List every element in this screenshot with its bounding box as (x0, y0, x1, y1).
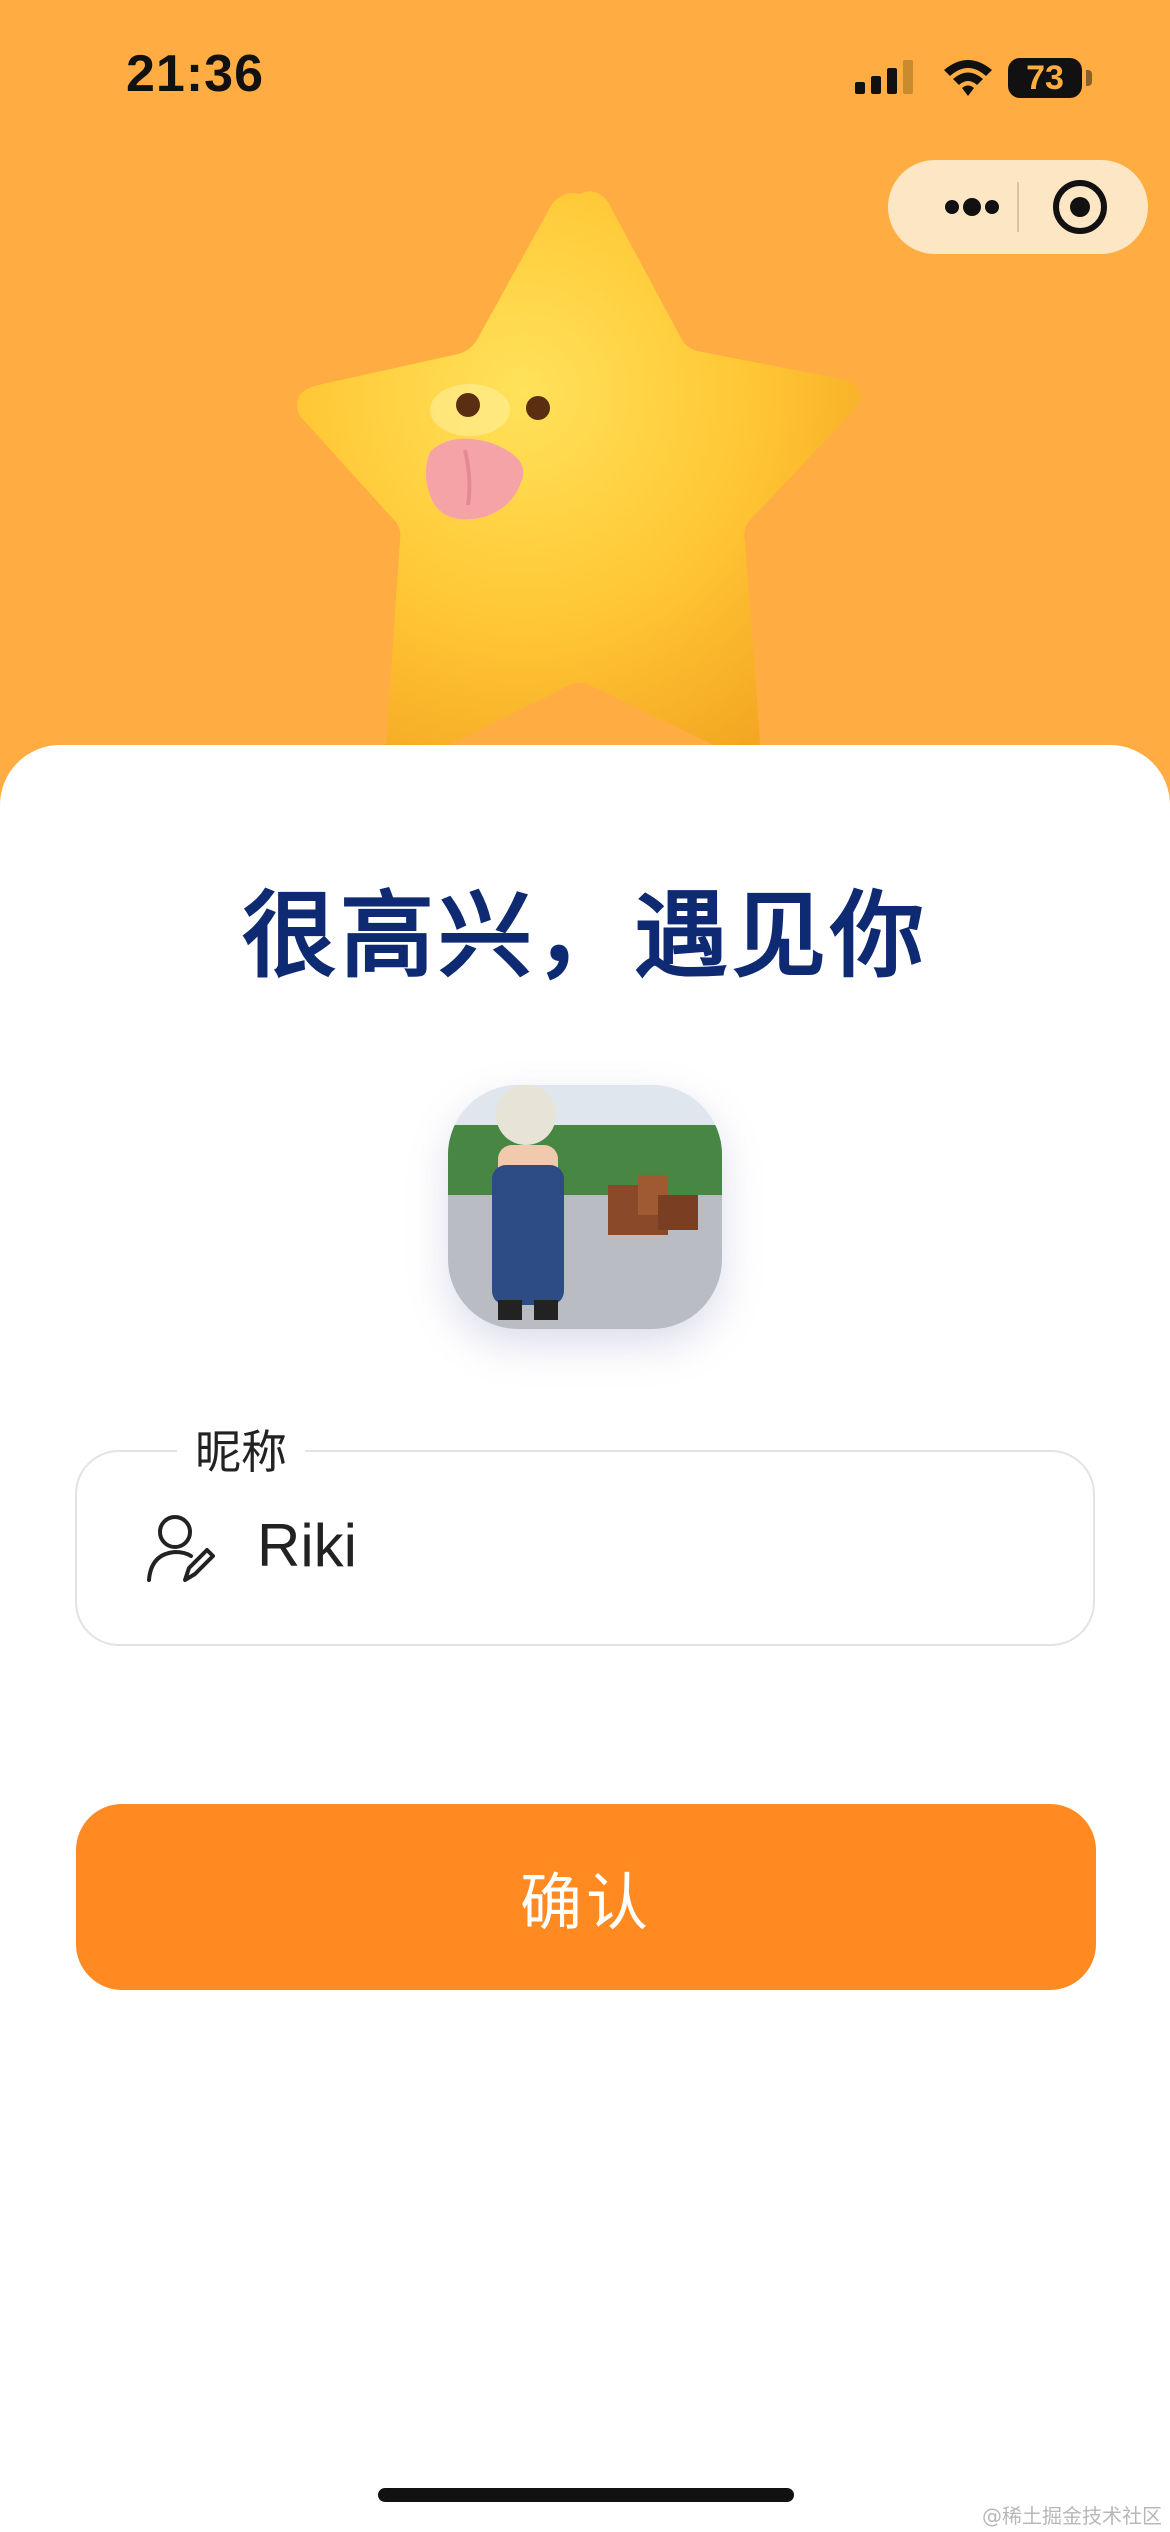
nickname-field: 昵称 (75, 1416, 1095, 1646)
home-indicator[interactable] (378, 2488, 794, 2502)
nickname-input[interactable] (257, 1490, 1037, 1600)
page-title: 很高兴，遇见你 (241, 882, 928, 991)
battery-level: 73 (1026, 59, 1064, 97)
battery-nub (1086, 70, 1092, 86)
avatar-photo (448, 1085, 722, 1329)
nickname-label: 昵称 (177, 1416, 305, 1482)
wifi-icon (944, 60, 992, 96)
signal-icon (855, 60, 913, 94)
user-edit-icon (147, 1515, 215, 1582)
status-time: 21:36 (126, 45, 264, 103)
mini-program-capsule (888, 160, 1148, 254)
watermark: @稀土掘金技术社区 (982, 2504, 1162, 2528)
target-close-icon[interactable] (1028, 160, 1128, 254)
battery-icon: 73 (1008, 58, 1082, 98)
avatar[interactable] (448, 1085, 722, 1329)
more-dots-icon[interactable] (918, 160, 1018, 254)
status-bar: 21:36 73 (0, 0, 1170, 150)
capsule-divider (1017, 182, 1019, 232)
star-mascot-illustration (297, 191, 861, 767)
confirm-button[interactable]: 确认 (76, 1804, 1096, 1990)
